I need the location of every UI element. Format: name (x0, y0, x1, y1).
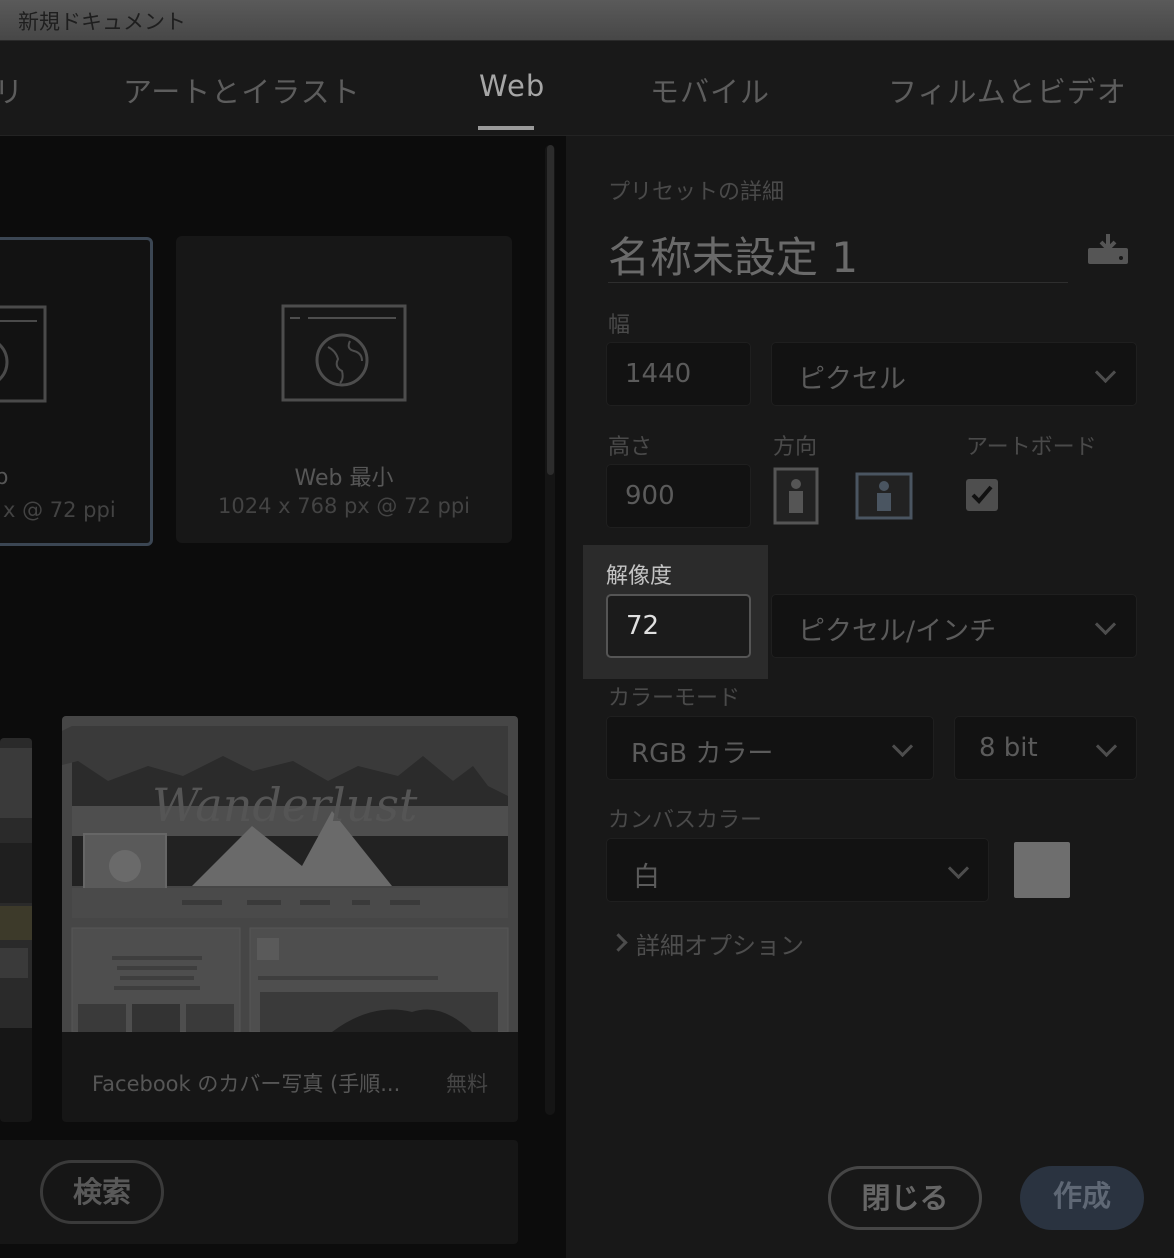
preset-size: 1024 x 768 px @ 72 ppi (218, 494, 470, 518)
preset-size: x @ 72 ppi (3, 498, 116, 522)
canvas-color-label: カンバスカラー (608, 808, 763, 833)
category-tabs: リ アートとイラスト Web モバイル フィルムとビデオ (0, 41, 1174, 136)
height-input[interactable]: 900 (606, 464, 751, 528)
create-button-label: 作成 (1052, 1179, 1111, 1213)
close-button[interactable]: 閉じる (828, 1166, 982, 1230)
preset-name: Web 最小 (294, 466, 394, 491)
resolution-unit-select[interactable]: ピクセル/インチ (771, 594, 1137, 658)
window-title: 新規ドキュメント (18, 10, 186, 34)
tab-mobile[interactable]: モバイル (650, 69, 770, 111)
chevron-down-icon (947, 857, 970, 880)
resolution-unit-value: ピクセル/インチ (798, 616, 997, 647)
preset-details-heading: プリセットの詳細 (608, 180, 785, 205)
orientation-label: 方向 (773, 435, 818, 460)
resolution-input[interactable]: 72 (606, 594, 751, 658)
resolution-label: 解像度 (606, 564, 673, 589)
preset-card-selected[interactable]: b x @ 72 ppi (0, 237, 153, 546)
template-thumbnail (0, 738, 32, 1028)
height-label: 高さ (608, 435, 653, 460)
gallery-scrollbar-thumb[interactable] (547, 145, 554, 475)
search-button[interactable]: 検索 (40, 1160, 164, 1224)
bit-depth-value: 8 bit (979, 733, 1038, 763)
window-titlebar: 新規ドキュメント (0, 0, 1174, 41)
artboard-label: アートボード (966, 435, 1097, 460)
tab-art-illustration[interactable]: アートとイラスト (123, 69, 361, 111)
template-search-bar: 検索 (0, 1140, 518, 1244)
canvas-color-swatch[interactable] (1014, 842, 1070, 898)
preset-card-web-min[interactable]: Web 最小 1024 x 768 px @ 72 ppi (176, 236, 512, 543)
canvas-color-select[interactable]: 白 (606, 838, 989, 902)
active-tab-indicator (478, 126, 534, 130)
landscape-orientation-icon[interactable] (855, 472, 913, 520)
width-unit-select[interactable]: ピクセル (771, 342, 1137, 406)
bit-depth-select[interactable]: 8 bit (954, 716, 1137, 780)
artboard-checkbox[interactable] (965, 478, 999, 512)
resolution-value: 72 (626, 611, 660, 641)
chevron-down-icon (1095, 735, 1118, 758)
chevron-down-icon (891, 735, 914, 758)
width-value: 1440 (625, 359, 692, 389)
portrait-orientation-icon[interactable] (773, 467, 819, 525)
width-label: 幅 (608, 313, 631, 338)
template-price: 無料 (446, 1072, 488, 1096)
web-browser-icon (0, 305, 47, 403)
advanced-options-label: 詳細オプション (636, 932, 804, 960)
color-mode-select[interactable]: RGB カラー (606, 716, 934, 780)
close-button-label: 閉じる (861, 1181, 949, 1215)
width-unit-value: ピクセル (798, 364, 906, 395)
width-input[interactable]: 1440 (606, 342, 751, 406)
save-preset-icon[interactable] (1086, 232, 1130, 266)
template-card-partial[interactable] (0, 738, 32, 1122)
template-card-facebook-cover[interactable]: Wanderlust Facebook のカバー写真 (手順... 無料 (62, 716, 518, 1122)
banner-text: Wanderlust (152, 778, 418, 832)
chevron-down-icon (1094, 613, 1117, 636)
chevron-down-icon (1094, 361, 1117, 384)
tab-web[interactable]: Web (479, 69, 545, 103)
tab-partial[interactable]: リ (0, 69, 24, 111)
template-thumbnail: Wanderlust (62, 716, 518, 1032)
preset-name: b (0, 465, 9, 490)
color-mode-value: RGB カラー (631, 739, 774, 769)
name-underline (608, 282, 1068, 283)
canvas-color-value: 白 (633, 862, 660, 893)
template-title: Facebook のカバー写真 (手順... (92, 1072, 401, 1096)
tab-film-video[interactable]: フィルムとビデオ (888, 69, 1127, 111)
search-button-label: 検索 (72, 1175, 131, 1209)
height-value: 900 (625, 481, 675, 511)
color-mode-label: カラーモード (608, 686, 741, 711)
create-button[interactable]: 作成 (1020, 1166, 1144, 1230)
web-browser-icon (281, 304, 407, 402)
document-name-input[interactable]: 名称未設定 1 (608, 224, 858, 285)
